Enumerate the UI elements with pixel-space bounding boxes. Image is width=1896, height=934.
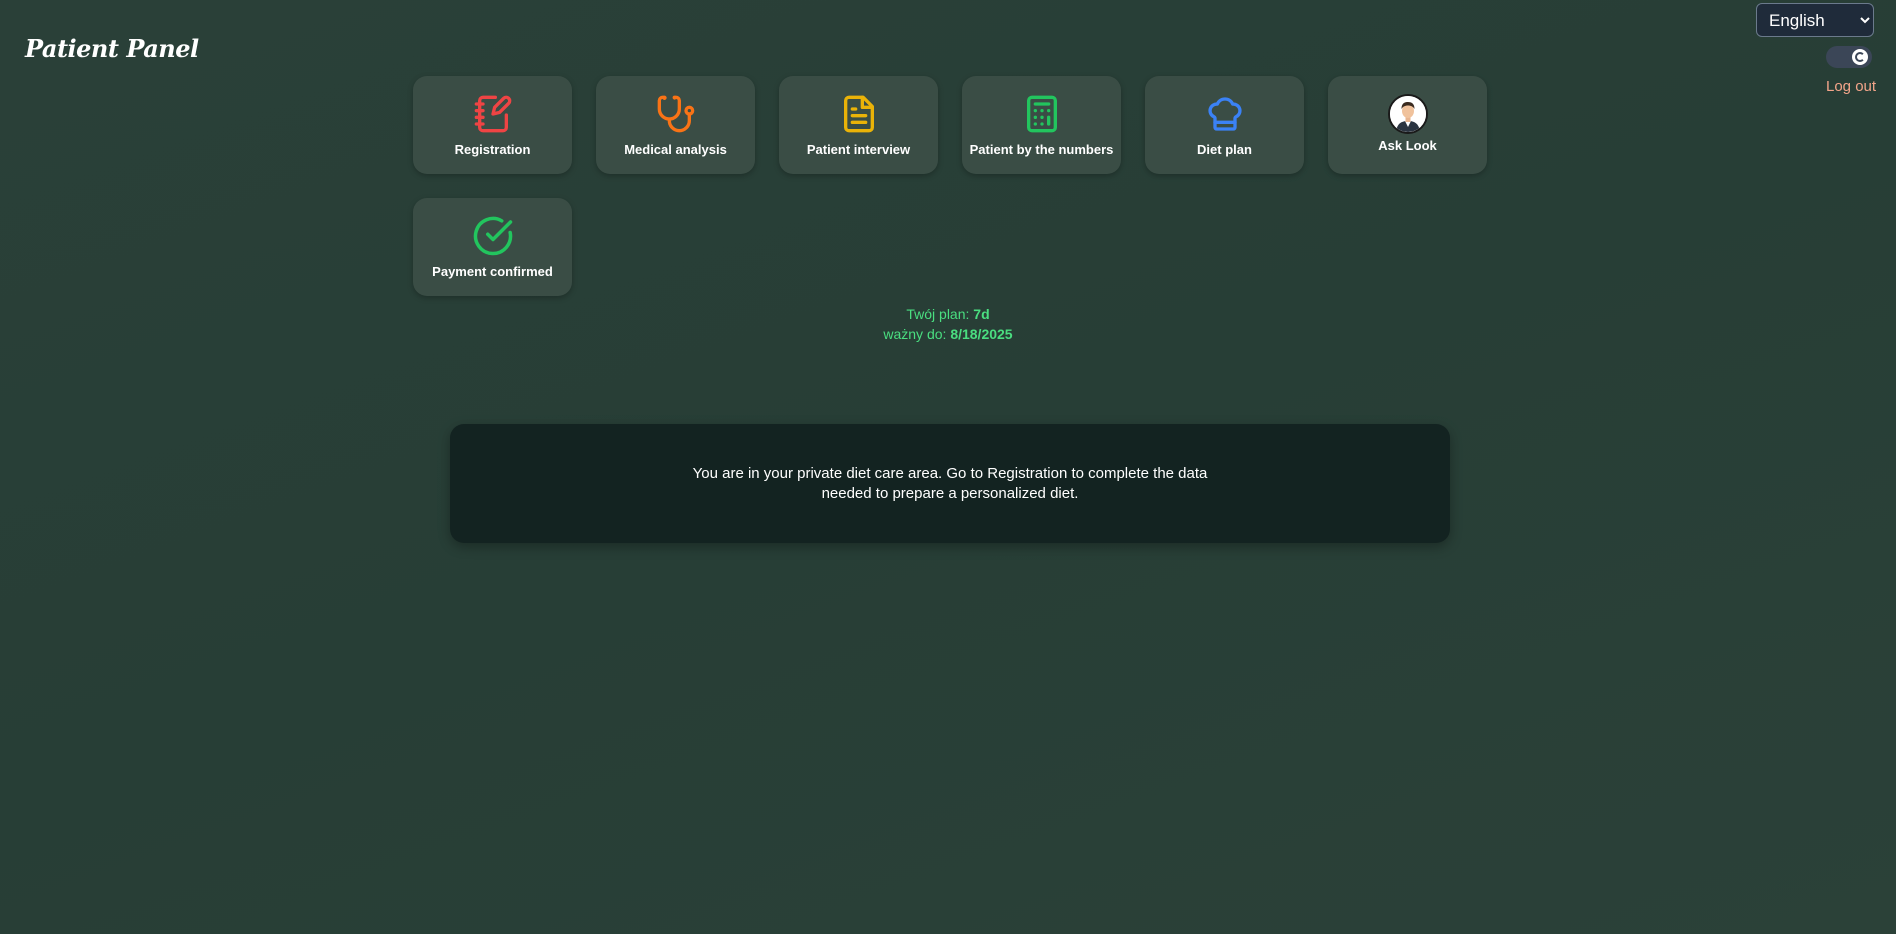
tile-label: Patient interview bbox=[806, 142, 911, 157]
tile-payment-confirmed[interactable]: Payment confirmed bbox=[413, 198, 572, 296]
document-icon bbox=[837, 92, 881, 136]
plan-info: Twój plan: 7d ważny do: 8/18/2025 bbox=[0, 304, 1896, 344]
stethoscope-icon bbox=[654, 92, 698, 136]
plan-prefix: Twój plan: bbox=[906, 306, 974, 322]
tile-diet-plan[interactable]: Diet plan bbox=[1145, 76, 1304, 174]
tile-label: Patient by the numbers bbox=[969, 142, 1114, 157]
calculator-icon bbox=[1020, 92, 1064, 136]
tile-label: Ask Look bbox=[1378, 138, 1437, 153]
doctor-avatar-icon bbox=[1387, 94, 1428, 134]
tile-patient-by-numbers[interactable]: Patient by the numbers bbox=[962, 76, 1121, 174]
moon-icon bbox=[1852, 49, 1868, 65]
valid-prefix: ważny do: bbox=[883, 326, 951, 342]
info-box: You are in your private diet care area. … bbox=[450, 424, 1450, 543]
tile-ask-look[interactable]: Ask Look bbox=[1328, 76, 1487, 174]
plan-line: Twój plan: 7d bbox=[0, 304, 1896, 324]
tile-label: Diet plan bbox=[1197, 142, 1252, 157]
notebook-pen-icon bbox=[471, 92, 515, 136]
valid-until-line: ważny do: 8/18/2025 bbox=[0, 324, 1896, 344]
valid-value: 8/18/2025 bbox=[950, 326, 1013, 342]
avatar bbox=[1386, 92, 1430, 136]
brand-logo: Patient Panel bbox=[25, 34, 199, 63]
plan-value: 7d bbox=[973, 306, 990, 322]
tile-label: Registration bbox=[454, 142, 531, 157]
tile-registration[interactable]: Registration bbox=[413, 76, 572, 174]
chef-hat-icon bbox=[1203, 92, 1247, 136]
tile-patient-interview[interactable]: Patient interview bbox=[779, 76, 938, 174]
check-circle-icon bbox=[471, 214, 515, 258]
theme-toggle[interactable] bbox=[1826, 46, 1872, 68]
language-select[interactable]: English bbox=[1756, 3, 1874, 37]
logout-link[interactable]: Log out bbox=[1826, 78, 1876, 95]
tile-label: Medical analysis bbox=[624, 142, 727, 157]
info-message: You are in your private diet care area. … bbox=[692, 464, 1208, 502]
tile-label: Payment confirmed bbox=[432, 264, 553, 279]
tile-medical-analysis[interactable]: Medical analysis bbox=[596, 76, 755, 174]
navigation-tiles: Registration Medical analysis Patient in… bbox=[413, 76, 1487, 296]
